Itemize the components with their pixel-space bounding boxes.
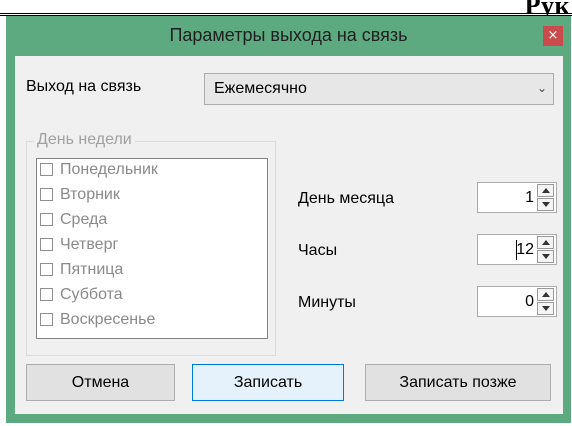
weekday-label: Четверг: [60, 236, 119, 253]
weekday-label: Суббота: [60, 286, 123, 303]
dialog-window: Параметры выхода на связь × Выход на свя…: [6, 16, 571, 423]
weekday-label: Понедельник: [60, 161, 158, 178]
weekday-label: Воскресенье: [60, 311, 156, 328]
close-icon: ×: [547, 28, 559, 43]
checkbox[interactable]: [40, 313, 53, 326]
checkbox[interactable]: [40, 188, 53, 201]
triangle-up-icon: [542, 188, 550, 193]
spin-up-button[interactable]: [537, 288, 554, 301]
weekday-label: Среда: [60, 211, 108, 228]
cancel-button[interactable]: Отмена: [26, 364, 175, 401]
title-bar[interactable]: Параметры выхода на связь ×: [6, 16, 571, 56]
schedule-label: Выход на связь: [26, 78, 142, 95]
schedule-select[interactable]: Ежемесячно ⌄: [204, 73, 554, 105]
minutes-label: Минуты: [298, 294, 356, 311]
schedule-value: Ежемесячно: [214, 80, 307, 97]
day-of-month-stepper[interactable]: 1: [477, 182, 557, 213]
close-button[interactable]: ×: [543, 26, 563, 46]
spin-up-button[interactable]: [537, 184, 554, 197]
checkbox[interactable]: [40, 163, 53, 176]
weekday-checklist[interactable]: Понедельник Вторник Среда Четверг Пятниц…: [36, 158, 268, 339]
weekday-label: Пятница: [60, 261, 124, 278]
document-rule-top: [0, 13, 572, 14]
spin-down-button[interactable]: [537, 198, 554, 211]
checkbox[interactable]: [40, 263, 53, 276]
day-of-month-value[interactable]: 1: [525, 189, 534, 207]
triangle-up-icon: [542, 240, 550, 245]
checkbox[interactable]: [40, 288, 53, 301]
dialog-client-area: Выход на связь Ежемесячно ⌄ День недели …: [15, 56, 563, 414]
checkbox[interactable]: [40, 238, 53, 251]
save-button[interactable]: Записать: [192, 364, 344, 401]
dialog-title: Параметры выхода на связь: [169, 25, 408, 45]
hours-stepper[interactable]: 12: [477, 234, 557, 265]
hours-label: Часы: [298, 242, 338, 259]
spin-down-button[interactable]: [537, 250, 554, 263]
weekday-group-legend: День недели: [34, 131, 135, 149]
hours-value[interactable]: 12: [516, 241, 534, 259]
triangle-down-icon: [542, 306, 550, 311]
checkbox[interactable]: [40, 213, 53, 226]
triangle-down-icon: [542, 254, 550, 259]
spin-down-button[interactable]: [537, 302, 554, 315]
minutes-stepper[interactable]: 0: [477, 286, 557, 317]
chevron-down-icon[interactable]: ⌄: [537, 81, 547, 95]
day-of-month-label: День месяца: [298, 190, 394, 207]
triangle-down-icon: [542, 202, 550, 207]
minutes-value[interactable]: 0: [525, 293, 534, 311]
save-later-button[interactable]: Записать позже: [365, 364, 551, 401]
spin-up-button[interactable]: [537, 236, 554, 249]
weekday-label: Вторник: [60, 186, 120, 203]
triangle-up-icon: [542, 292, 550, 297]
